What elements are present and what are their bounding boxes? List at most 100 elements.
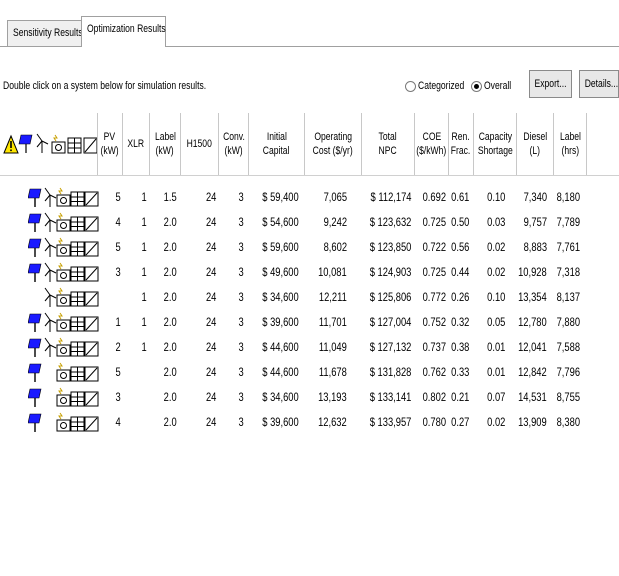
cell-coe: 0.692	[422, 190, 446, 204]
pv-panel-icon	[28, 363, 42, 382]
table-row[interactable]: 5 1 2.0 24 3 $ 59,600 8,602 $ 123,850 0.722 0.56 0…	[0, 235, 619, 260]
cell-conv: 3	[238, 315, 244, 329]
categorized-radio-button[interactable]	[405, 80, 416, 92]
cell-label: 2.0	[163, 415, 177, 429]
overall-radio-button[interactable]	[471, 80, 482, 92]
col-header-ren-frac[interactable]: Ren. Frac.	[449, 113, 474, 175]
cell-label: 2.0	[163, 290, 177, 304]
cell-capital: $ 44,600	[262, 365, 299, 379]
col-header-operating-cost[interactable]: Operating Cost ($/yr)	[305, 113, 362, 175]
converter-icon	[84, 291, 99, 307]
tab-sensitivity-results[interactable]: Sensitivity Results	[7, 20, 83, 46]
table-row[interactable]: 1 1 2.0 24 3 $ 39,600 11,701 $ 127,004 0.752 0.32…	[0, 310, 619, 335]
cell-shortage: 0.01	[486, 365, 505, 379]
cell-capital: $ 39,600	[262, 315, 299, 329]
col-header-pv[interactable]: PV (kW)	[97, 113, 123, 175]
cell-capital: $ 54,600	[262, 215, 299, 229]
overall-label: Overall	[484, 80, 512, 92]
cell-ren: 0.38	[450, 340, 469, 354]
col-header-capacity-shortage[interactable]: Capacity Shortage	[474, 113, 517, 175]
cell-diesel: 12,041	[518, 340, 547, 354]
cell-shortage: 0.07	[486, 390, 505, 404]
table-row[interactable]: 3 2.0 24 3 $ 34,600 13,193 $ 133,141 0.802 0.21 0…	[0, 385, 619, 410]
table-row[interactable]: 1 2.0 24 3 $ 34,600 12,211 $ 125,806 0.772 0.26 0…	[0, 285, 619, 310]
pv-panel-icon	[28, 338, 42, 357]
col-header-conv[interactable]: Conv. (kW)	[219, 113, 249, 175]
cell-diesel: 13,909	[518, 415, 547, 429]
cell-npc: $ 133,141	[369, 390, 411, 404]
col-header-h1500[interactable]: H1500	[181, 113, 219, 175]
cell-label: 2.0	[163, 390, 177, 404]
pv-panel-icon	[28, 188, 42, 207]
col-header-label-hrs[interactable]: Label (hrs)	[554, 113, 587, 175]
table-row[interactable]: 5 2.0 24 3 $ 44,600 11,678 $ 131,828 0.762 0.33 0…	[0, 360, 619, 385]
cell-hrs: 7,880	[556, 315, 580, 329]
table-row[interactable]: 4 1 2.0 24 3 $ 54,600 9,242 $ 123,632 0.725 0.50 0…	[0, 210, 619, 235]
cell-capital: $ 34,600	[262, 390, 299, 404]
cell-ren: 0.21	[450, 390, 469, 404]
table-row[interactable]: 5 1 1.5 24 3 $ 59,400 7,065 $ 112,174 0.692 0.61 0…	[0, 185, 619, 210]
cell-npc: $ 133,957	[369, 415, 411, 429]
cell-coe: 0.772	[422, 290, 446, 304]
cell-shortage: 0.03	[486, 215, 505, 229]
converter-icon	[84, 391, 99, 407]
cell-ren: 0.44	[450, 265, 469, 279]
col-header-xlr[interactable]: XLR	[123, 113, 150, 175]
cell-npc: $ 112,174	[370, 190, 411, 204]
cell-coe: 0.725	[422, 215, 446, 229]
cell-coe: 0.722	[422, 240, 446, 254]
converter-icon	[84, 416, 99, 432]
cell-xlr: 1	[141, 315, 147, 329]
cell-hrs: 7,789	[556, 215, 580, 229]
cell-capital: $ 59,400	[262, 190, 299, 204]
col-header-initial-capital[interactable]: Initial Capital	[249, 113, 305, 175]
cell-shortage: 0.02	[486, 415, 505, 429]
cell-conv: 3	[238, 215, 244, 229]
cell-opcost: 12,632	[318, 415, 347, 429]
cell-conv: 3	[238, 265, 244, 279]
export-button[interactable]: Export...	[529, 70, 572, 98]
cell-xlr: 1	[141, 290, 147, 304]
details-button[interactable]: Details...	[579, 70, 619, 98]
cell-conv: 3	[238, 240, 244, 254]
col-header-total-npc[interactable]: Total NPC	[362, 113, 415, 175]
cell-ren: 0.61	[450, 190, 469, 204]
cell-npc: $ 123,850	[369, 240, 411, 254]
cell-h1500: 24	[205, 290, 216, 304]
cell-label: 2.0	[163, 365, 177, 379]
converter-icon	[84, 366, 99, 382]
pv-panel-icon	[28, 388, 42, 407]
cell-coe: 0.752	[422, 315, 446, 329]
cell-diesel: 12,842	[518, 365, 547, 379]
cell-h1500: 24	[205, 340, 216, 354]
cell-xlr: 1	[141, 215, 147, 229]
cell-npc: $ 125,806	[369, 290, 411, 304]
table-row[interactable]: 4 2.0 24 3 $ 39,600 12,632 $ 133,957 0.780 0.27 0…	[0, 410, 619, 435]
col-header-coe[interactable]: COE ($/kWh)	[415, 113, 449, 175]
cell-xlr: 1	[141, 340, 147, 354]
cell-hrs: 7,796	[556, 365, 580, 379]
header-icons-separator	[97, 113, 98, 175]
converter-icon	[84, 266, 99, 282]
table-row[interactable]: 3 1 2.0 24 3 $ 49,600 10,081 $ 124,903 0.725 0.44…	[0, 260, 619, 285]
cell-diesel: 10,928	[518, 265, 547, 279]
results-table-header: PV (kW) XLR Label (kW) H1500 Conv. (kW) Ini…	[0, 113, 619, 175]
cell-opcost: 11,049	[319, 340, 347, 354]
cell-pv: 3	[115, 390, 121, 404]
tab-optimization-results[interactable]: Optimization Results	[81, 16, 166, 47]
cell-pv: 5	[115, 365, 121, 379]
cell-npc: $ 131,828	[369, 365, 411, 379]
cell-pv: 5	[115, 240, 121, 254]
converter-icon	[84, 191, 99, 207]
col-header-label-kw[interactable]: Label (kW)	[150, 113, 181, 175]
table-row[interactable]: 2 1 2.0 24 3 $ 44,600 11,049 $ 127,132 0.737 0.38…	[0, 335, 619, 360]
cell-h1500: 24	[205, 215, 216, 229]
col-header-diesel[interactable]: Diesel (L)	[517, 113, 554, 175]
cell-ren: 0.50	[450, 215, 469, 229]
overall-radio[interactable]: Overall	[471, 80, 519, 92]
cell-pv: 3	[115, 265, 121, 279]
cell-ren: 0.26	[450, 290, 469, 304]
cell-label: 2.0	[163, 215, 177, 229]
categorized-radio[interactable]: Categorized	[405, 80, 468, 92]
cell-opcost: 7,065	[323, 190, 347, 204]
